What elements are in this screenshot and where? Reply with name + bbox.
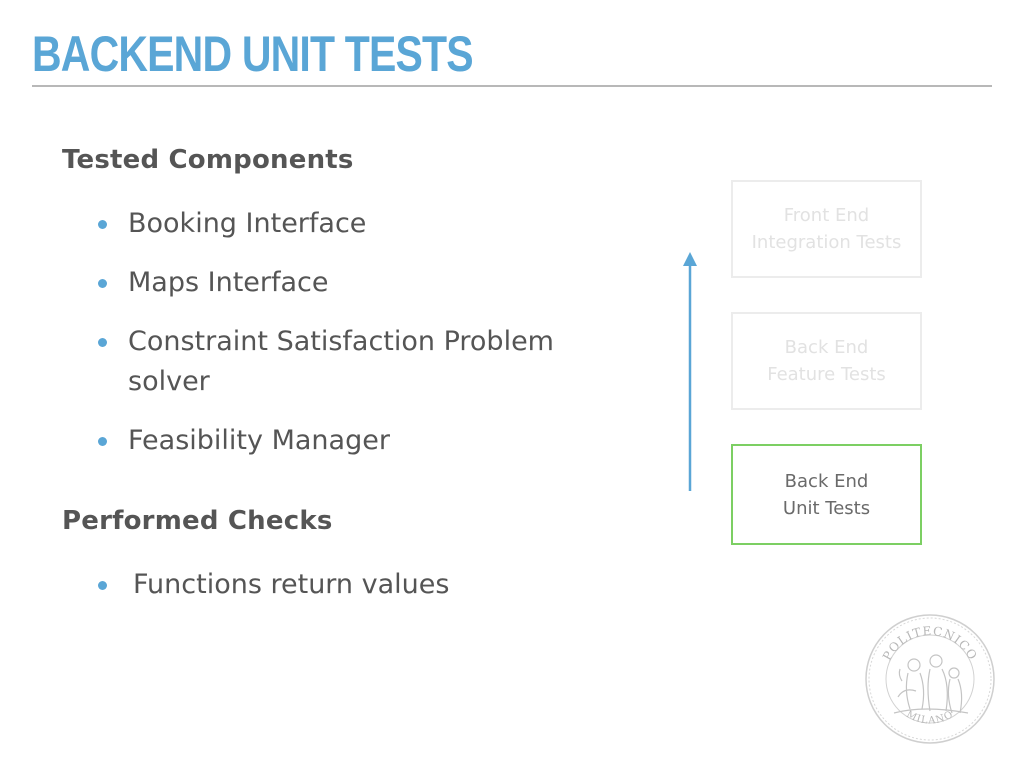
tested-components-list: Booking Interface Maps Interface Constra…	[98, 204, 568, 461]
bullet-icon	[98, 279, 107, 288]
list-item: Functions return values	[98, 565, 568, 605]
list-item: Constraint Satisfaction Problem solver	[98, 322, 568, 402]
stage-label-line2: Integration Tests	[751, 232, 902, 253]
stage-back-end-unit-tests: Back End Unit Tests	[731, 444, 922, 545]
slide: BACKEND UNIT TESTS Tested Components Boo…	[0, 0, 1024, 768]
stage-front-end-integration-tests: Front End Integration Tests	[731, 180, 922, 278]
list-item-label: Constraint Satisfaction Problem solver	[128, 326, 554, 397]
list-item-label: Maps Interface	[128, 267, 329, 298]
performed-checks-list: Functions return values	[98, 565, 568, 605]
bullet-icon	[98, 581, 107, 590]
list-item-label: Booking Interface	[128, 208, 367, 239]
title-divider	[32, 85, 992, 87]
list-item: Booking Interface	[98, 204, 568, 244]
stage-back-end-feature-tests: Back End Feature Tests	[731, 312, 922, 410]
bullet-icon	[98, 437, 107, 446]
stage-label-line1: Back End	[784, 470, 869, 492]
politecnico-seal-logo: POLITECNICO MILANO	[865, 614, 995, 744]
stage-label-line1: Back End	[784, 337, 869, 358]
seal-text-bottom: MILANO	[904, 709, 954, 727]
bullet-icon	[98, 220, 107, 229]
list-item-label: Functions return values	[133, 569, 450, 600]
list-item: Feasibility Manager	[98, 421, 568, 461]
stage-label-line1: Front End	[783, 205, 870, 226]
list-item: Maps Interface	[98, 263, 568, 303]
arrow-up-icon	[683, 252, 697, 491]
section-heading-tested-components: Tested Components	[62, 145, 354, 175]
section-heading-performed-checks: Performed Checks	[62, 506, 333, 536]
stage-label-line2: Feature Tests	[767, 364, 886, 385]
bullet-icon	[98, 338, 107, 347]
svg-text:MILANO: MILANO	[904, 709, 955, 727]
slide-title: BACKEND UNIT TESTS	[32, 26, 474, 82]
list-item-label: Feasibility Manager	[128, 425, 390, 456]
stage-label-line2: Unit Tests	[782, 497, 871, 519]
